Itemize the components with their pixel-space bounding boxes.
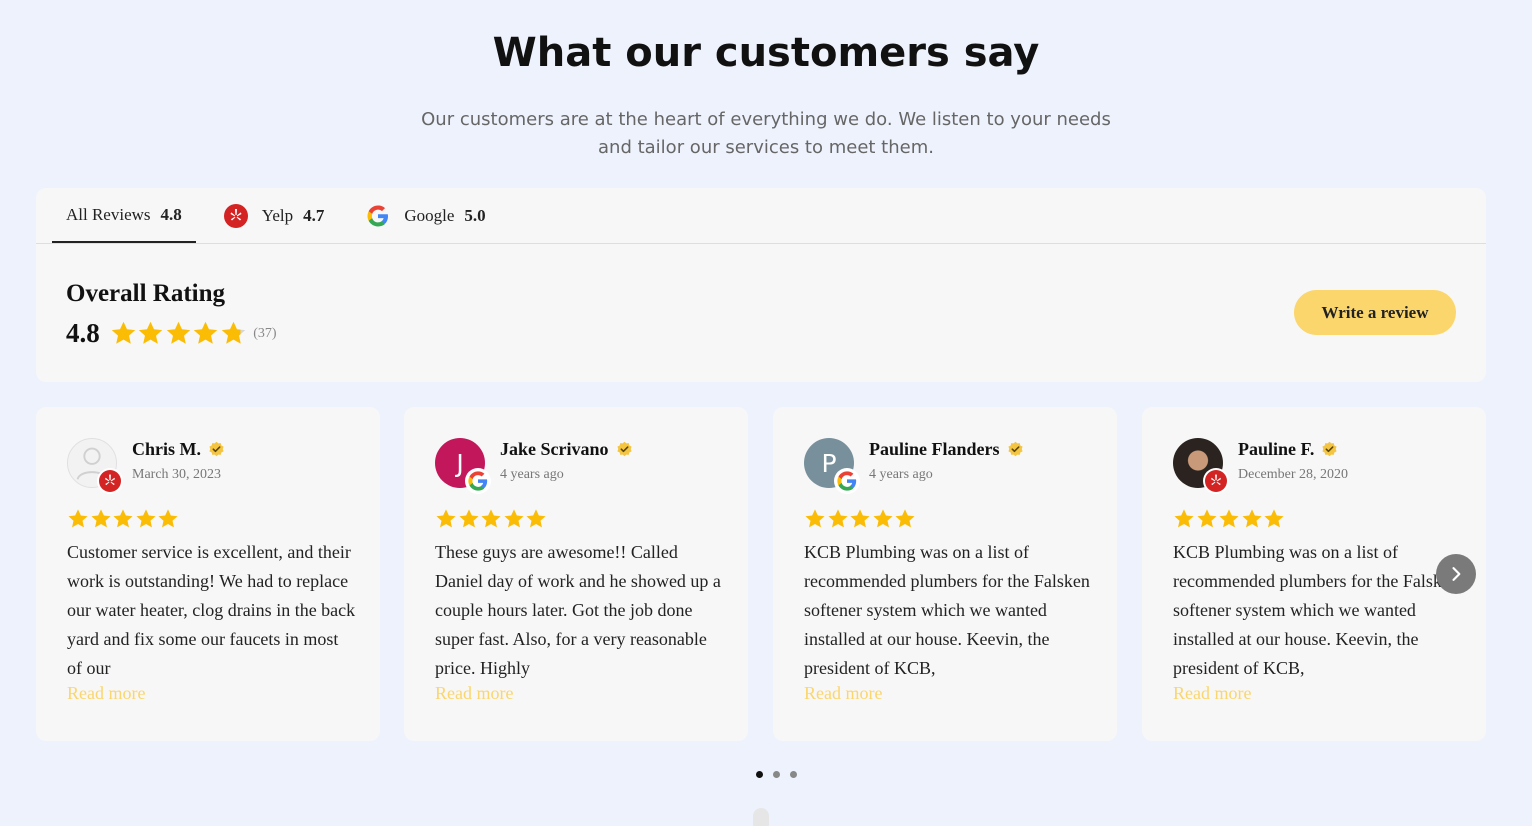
reviewer-row: Chris M. xyxy=(132,439,225,460)
reviewer-name: Jake Scrivano xyxy=(500,439,609,459)
star-icon xyxy=(1196,509,1217,528)
read-more-link[interactable]: Read more xyxy=(804,683,882,704)
star-icon xyxy=(135,509,156,528)
review-date: March 30, 2023 xyxy=(132,467,222,482)
review-date: December 28, 2020 xyxy=(1238,467,1349,482)
star-icon xyxy=(436,509,456,528)
star-icon xyxy=(805,509,825,528)
review-card: J Jake Scrivano 4 years ago These guys are … xyxy=(404,407,748,741)
review-text: KCB Plumbing was on a list of recommende… xyxy=(804,542,1090,678)
overall-rating-value: 4.8 xyxy=(66,318,100,348)
review-stars xyxy=(435,508,548,530)
section-title: What our customers say xyxy=(492,30,1040,76)
review-text: KCB Plumbing was on a list of recommende… xyxy=(1173,542,1459,678)
star-icon xyxy=(872,509,893,528)
read-more-link[interactable]: Read more xyxy=(435,683,513,704)
overall-rating-stars xyxy=(110,320,248,347)
reviewer-name: Chris M. xyxy=(132,439,201,459)
star-icon xyxy=(221,321,245,344)
overall-review-count: (37) xyxy=(253,325,277,341)
tabs-divider xyxy=(36,243,1486,244)
tab-label: All Reviews xyxy=(66,204,151,224)
verified-icon xyxy=(1007,441,1024,458)
pagination-dot[interactable] xyxy=(790,771,797,778)
review-stars xyxy=(1173,508,1286,530)
overall-rating-title: Overall Rating xyxy=(66,280,226,307)
write-review-button[interactable]: Write a review xyxy=(1294,290,1456,335)
star-icon xyxy=(158,509,178,528)
star-icon xyxy=(166,321,190,344)
review-stars xyxy=(67,508,180,530)
star-icon xyxy=(113,509,133,528)
tab-label: Yelp xyxy=(261,205,294,225)
scroll-handle xyxy=(753,808,769,826)
star-icon xyxy=(1174,509,1194,528)
tab-all-reviews[interactable]: All Reviews 4.8 xyxy=(52,188,196,243)
google-icon xyxy=(465,468,491,494)
avatar: P xyxy=(804,438,860,494)
verified-icon xyxy=(208,441,225,458)
review-date: 4 years ago xyxy=(869,467,933,482)
pagination-dot[interactable] xyxy=(773,771,780,778)
carousel-pagination xyxy=(756,771,807,778)
star-icon xyxy=(90,509,111,528)
read-more-link[interactable]: Read more xyxy=(67,683,145,704)
reviewer-name: Pauline F. xyxy=(1238,439,1315,459)
review-card: Pauline F. December 28, 2020 KCB Plumbing … xyxy=(1142,407,1486,741)
review-source-tabs: All Reviews 4.8 Yelp 4.7 Google 5.0 xyxy=(52,188,514,243)
tab-score: 5.0 xyxy=(464,205,486,225)
tab-label: Google xyxy=(404,205,455,225)
star-icon xyxy=(481,509,501,528)
overall-rating-row: 4.8 (37) xyxy=(66,318,277,349)
star-icon xyxy=(503,509,524,528)
verified-icon xyxy=(616,441,633,458)
star-icon xyxy=(194,321,218,344)
tab-score: 4.7 xyxy=(303,205,325,225)
review-date: 4 years ago xyxy=(500,467,564,482)
yelp-icon xyxy=(223,203,248,228)
avatar: J xyxy=(435,438,491,494)
tab-yelp[interactable]: Yelp 4.7 xyxy=(210,188,339,243)
chevron-right-icon xyxy=(1452,567,1461,581)
reviewer-name: Pauline Flanders xyxy=(869,439,1000,459)
tab-google[interactable]: Google 5.0 xyxy=(352,188,499,243)
yelp-icon xyxy=(97,468,123,494)
review-text: These guys are awesome!! Called Daniel d… xyxy=(435,542,721,678)
review-card: P Pauline Flanders 4 years ago KCB Plumbing… xyxy=(773,407,1117,741)
star-icon xyxy=(895,509,915,528)
star-icon xyxy=(827,509,848,528)
reviewer-row: Jake Scrivano xyxy=(500,439,633,460)
yelp-icon xyxy=(1203,468,1229,494)
google-icon xyxy=(834,468,860,494)
avatar xyxy=(1173,438,1229,494)
star-icon xyxy=(1264,509,1284,528)
avatar xyxy=(67,438,123,494)
reviewer-row: Pauline F. xyxy=(1238,439,1338,460)
reviewer-row: Pauline Flanders xyxy=(869,439,1024,460)
read-more-link[interactable]: Read more xyxy=(1173,683,1251,704)
star-icon xyxy=(1219,509,1239,528)
pagination-dot[interactable] xyxy=(756,771,763,778)
rating-panel: All Reviews 4.8 Yelp 4.7 Google 5.0 Over… xyxy=(36,188,1486,382)
star-icon xyxy=(526,509,546,528)
star-icon xyxy=(458,509,479,528)
review-text: Customer service is excellent, and their… xyxy=(67,542,356,678)
tab-score: 4.8 xyxy=(160,204,182,224)
review-card: Chris M. March 30, 2023 Customer service i… xyxy=(36,407,380,741)
star-icon xyxy=(111,321,135,344)
carousel-next-button[interactable] xyxy=(1436,554,1476,594)
verified-icon xyxy=(1321,441,1338,458)
star-icon xyxy=(68,509,88,528)
google-icon xyxy=(366,204,390,228)
star-icon xyxy=(850,509,870,528)
star-icon xyxy=(1241,509,1262,528)
star-icon xyxy=(139,321,163,344)
section-subtitle: Our customers are at the heart of everyt… xyxy=(421,109,1111,158)
review-stars xyxy=(804,508,917,530)
